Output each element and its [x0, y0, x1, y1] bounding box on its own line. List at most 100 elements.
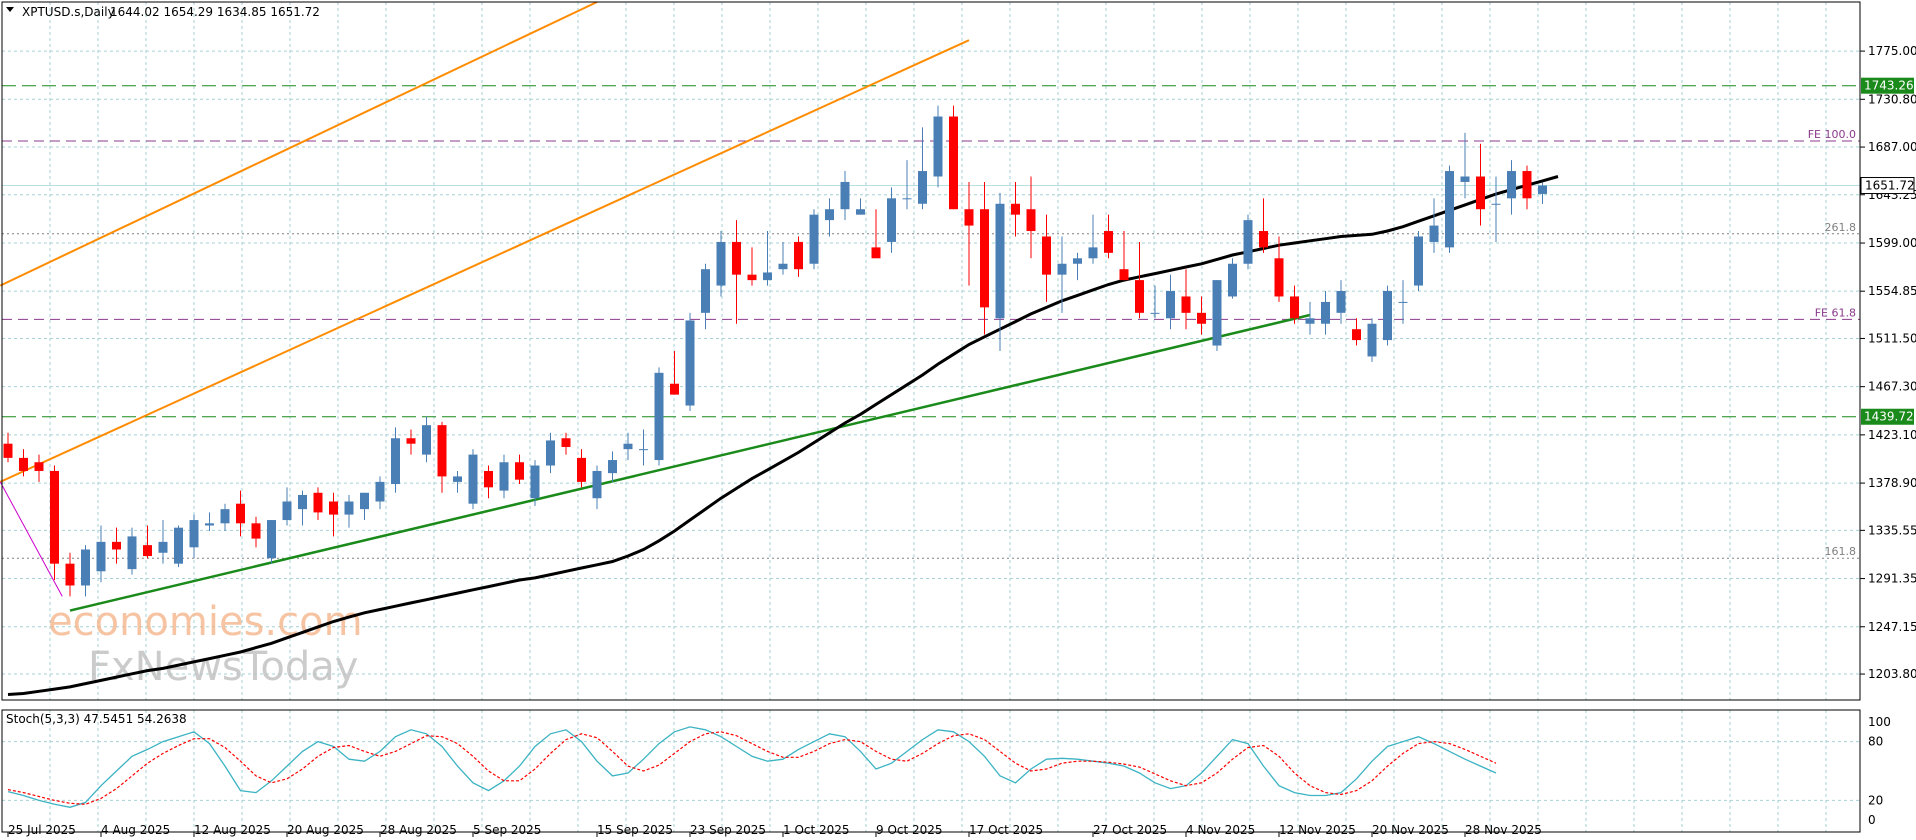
candle	[220, 503, 230, 531]
candle-body	[701, 269, 710, 313]
candle	[344, 494, 354, 528]
candle	[298, 490, 307, 526]
candle-body	[1538, 185, 1547, 194]
candle	[515, 454, 524, 485]
candle-body	[577, 457, 586, 482]
dropdown-arrow-icon[interactable]	[6, 7, 14, 12]
candle	[1522, 165, 1532, 210]
x-tick-label: 17 Oct 2025	[969, 823, 1043, 837]
y-tick-label: 1599.00	[1868, 236, 1916, 250]
candle	[1321, 291, 1330, 335]
candle-body	[887, 198, 896, 242]
y-tick-label: 1687.00	[1868, 140, 1916, 154]
y-tick-label: 1247.15	[1868, 620, 1916, 634]
candle-body	[515, 462, 524, 480]
candle-body	[96, 541, 106, 572]
level-label-fe-100: FE 100.0	[1808, 128, 1856, 141]
candle	[1104, 214, 1113, 259]
x-tick-label: 5 Sep 2025	[473, 823, 541, 837]
candle	[1352, 318, 1361, 346]
candle	[34, 454, 44, 482]
candle	[1228, 258, 1237, 299]
candle	[313, 487, 323, 521]
y-tick-label: 1554.85	[1868, 284, 1916, 298]
candle-body	[344, 501, 354, 515]
level-price-resistance: 1743.26	[1864, 79, 1914, 93]
candle-body	[313, 492, 323, 513]
x-tick-label: 4 Aug 2025	[101, 823, 170, 837]
candle-body	[763, 272, 772, 281]
candle	[1135, 241, 1144, 319]
candle	[3, 432, 13, 463]
candle	[50, 465, 59, 581]
candle	[825, 198, 834, 237]
candle-body	[747, 274, 757, 281]
candle-body	[592, 470, 602, 499]
candle	[468, 449, 478, 510]
candle-body	[825, 209, 834, 221]
candle	[1212, 280, 1222, 351]
stoch-scale-label: 100	[1868, 715, 1891, 729]
candle-body	[685, 320, 695, 406]
candle	[1476, 143, 1485, 226]
x-tick-label: 12 Nov 2025	[1279, 823, 1356, 837]
candle	[747, 247, 757, 286]
x-tick-label: 28 Aug 2025	[380, 823, 457, 837]
candle-body	[1305, 318, 1315, 324]
level-price-support: 1439.72	[1864, 410, 1914, 424]
candle	[1491, 176, 1501, 242]
candle-body	[1383, 291, 1392, 341]
watermark: economies.com FxNewsToday	[48, 599, 363, 690]
y-tick-label: 1423.10	[1868, 428, 1916, 442]
x-tick-label: 1 Oct 2025	[783, 823, 850, 837]
candle	[1460, 132, 1470, 199]
candle	[592, 465, 602, 510]
y-tick-label: 1291.35	[1868, 572, 1916, 586]
candle	[1305, 301, 1315, 335]
candle-body	[918, 171, 927, 204]
candle	[205, 512, 214, 531]
candle-body	[484, 470, 493, 488]
candle-body	[65, 563, 75, 586]
candle	[422, 416, 431, 463]
candle-body	[143, 545, 152, 557]
y-tick-label: 1511.50	[1868, 331, 1916, 345]
candle	[980, 181, 989, 335]
level-label-fib-161.8: 161.8	[1825, 545, 1857, 558]
candle	[608, 451, 617, 482]
candle-body	[19, 457, 28, 471]
candle-body	[716, 241, 726, 286]
stochastic-panel	[7, 726, 1497, 808]
candle	[1073, 252, 1082, 281]
candle-body	[282, 501, 292, 521]
x-tick-label: 4 Nov 2025	[1186, 823, 1255, 837]
candle-body	[127, 536, 137, 570]
candle-body	[794, 241, 803, 270]
level-label-fe-61.8: FE 61.8	[1815, 306, 1856, 319]
candle-body	[840, 181, 850, 210]
stoch-scale-label: 20	[1868, 793, 1883, 807]
candle-body	[1274, 258, 1284, 297]
candle	[794, 236, 803, 277]
candle-body	[1104, 231, 1113, 253]
candle-body	[871, 247, 881, 259]
candle-body	[1088, 247, 1098, 259]
candle-body	[1460, 176, 1470, 182]
ohlc-label: 1644.02 1654.29 1634.85 1651.72	[110, 5, 320, 19]
candle-body	[639, 449, 648, 451]
candle	[778, 241, 788, 275]
x-tick-label: 27 Oct 2025	[1093, 823, 1167, 837]
candle-body	[530, 465, 540, 499]
candle	[1026, 176, 1036, 259]
candle-body	[1476, 176, 1485, 210]
candle-body	[1290, 296, 1299, 319]
candle-body	[964, 209, 974, 226]
candle	[933, 105, 943, 188]
candle-body	[158, 541, 168, 553]
candle-body	[1042, 236, 1051, 275]
candle	[1042, 214, 1051, 302]
stoch-pane-border	[1, 709, 1861, 833]
candle	[716, 231, 726, 297]
candle	[437, 421, 447, 493]
candle-body	[251, 523, 261, 539]
